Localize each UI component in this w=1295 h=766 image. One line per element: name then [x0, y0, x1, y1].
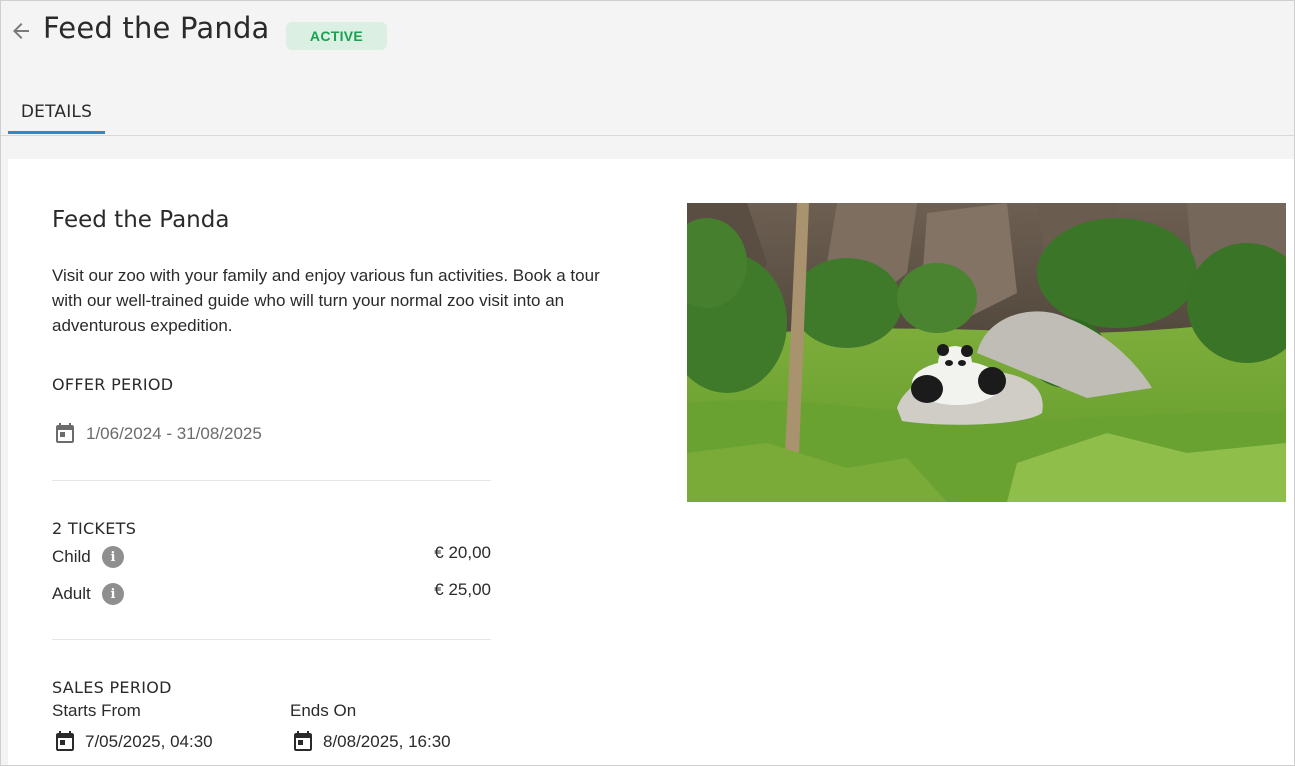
offer-title: Feed the Panda: [52, 207, 230, 233]
ends-on-value: 8/08/2025, 16:30: [323, 732, 451, 751]
panda-scene-illustration: [687, 203, 1286, 502]
active-tab-indicator: [8, 131, 105, 134]
tab-bar: DETAILS: [1, 89, 1294, 136]
app-frame: Feed the Panda ACTIVE DETAILS Feed the P…: [0, 0, 1295, 766]
calendar-icon: [56, 731, 74, 751]
calendar-icon: [294, 731, 312, 751]
ticket-label-child: Child: [52, 547, 91, 566]
offer-description: Visit our zoo with your family and enjoy…: [52, 266, 600, 335]
ends-on-label: Ends On: [290, 701, 357, 720]
offer-period-heading: OFFER PERIOD: [52, 375, 174, 394]
ticket-price-child: € 20,00: [434, 543, 491, 562]
divider: [52, 639, 491, 640]
status-badge: ACTIVE: [286, 22, 387, 50]
ticket-label-adult: Adult: [52, 584, 91, 603]
tab-details[interactable]: DETAILS: [8, 89, 105, 135]
panda-photo: [687, 203, 1286, 502]
sales-period-heading: SALES PERIOD: [52, 678, 172, 697]
divider: [52, 480, 491, 481]
starts-from-label: Starts From: [52, 701, 141, 720]
offer-period-range: 1/06/2024 - 31/08/2025: [86, 424, 262, 443]
page-title: Feed the Panda: [43, 11, 270, 45]
page-header: Feed the Panda ACTIVE: [1, 1, 1294, 65]
back-button[interactable]: [7, 17, 35, 45]
info-icon[interactable]: i: [102, 546, 124, 568]
details-card: Feed the Panda Visit our zoo with your f…: [8, 159, 1294, 765]
info-icon[interactable]: i: [102, 583, 124, 605]
calendar-icon: [56, 423, 74, 443]
starts-from-value: 7/05/2025, 04:30: [85, 732, 213, 751]
arrow-left-icon: [13, 23, 29, 39]
tickets-heading: 2 TICKETS: [52, 519, 137, 538]
ticket-price-adult: € 25,00: [434, 580, 491, 599]
